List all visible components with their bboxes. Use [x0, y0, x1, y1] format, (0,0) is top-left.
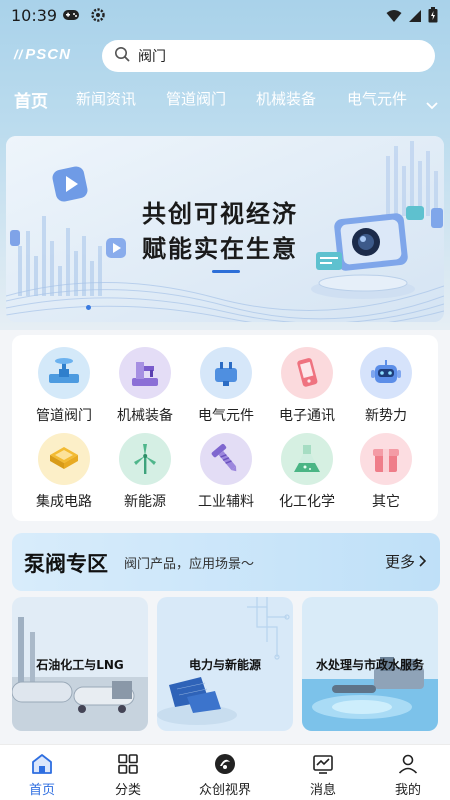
nav-profile[interactable]: 我的	[373, 751, 443, 798]
chevron-right-icon	[418, 553, 427, 571]
search-value: 阀门	[138, 49, 166, 65]
settings-gear-icon	[90, 7, 106, 27]
more-label: 更多	[384, 553, 415, 571]
category-integrated-circuit[interactable]: 集成电路	[24, 433, 104, 511]
status-indicators	[386, 7, 438, 27]
nav-label: 众创视界	[198, 783, 251, 798]
category-label: 新势力	[365, 408, 407, 424]
solution-card-power-energy[interactable]: 电力与新能源	[157, 597, 293, 731]
category-label: 机械装备	[117, 408, 173, 424]
category-label: 管道阀门	[36, 408, 92, 424]
carousel-indicator[interactable]	[86, 305, 91, 310]
category-machinery[interactable]: 机械装备	[105, 347, 185, 425]
category-label: 其它	[372, 494, 400, 510]
bottom-navigation: 首页 分类 众创视界 消息 我的	[0, 744, 450, 800]
solution-label: 石油化工与LNG	[36, 658, 124, 672]
chip-icon	[38, 433, 90, 485]
logo-text: PSCN	[25, 46, 71, 63]
tab-home[interactable]: 首页	[14, 88, 48, 112]
category-pipe-valves[interactable]: 管道阀门	[24, 347, 104, 425]
category-others[interactable]: 其它	[346, 433, 426, 511]
tab-machinery[interactable]: 机械装备	[256, 88, 316, 109]
category-label: 新能源	[124, 494, 166, 510]
chevron-down-icon[interactable]	[426, 96, 438, 115]
search-icon	[114, 46, 130, 66]
category-electrical[interactable]: 电气元件	[186, 347, 266, 425]
plug-icon	[200, 347, 252, 399]
nav-messages[interactable]: 消息	[288, 751, 358, 798]
zone-subtitle: 阀门产品，应用场景～	[124, 557, 255, 572]
message-icon	[288, 751, 358, 777]
category-label: 化工化学	[279, 494, 335, 510]
zone-title: 泵阀专区	[24, 552, 108, 576]
box-icon	[360, 433, 412, 485]
category-grid: 管道阀门 机械装备 电气元件 电子通讯 新势力 集成电路 新能源 工业辅料 化工…	[12, 335, 438, 521]
category-label: 电气元件	[198, 408, 254, 424]
battery-icon	[428, 7, 438, 27]
machine-icon	[119, 347, 171, 399]
flask-icon	[281, 433, 333, 485]
robot-icon	[360, 347, 412, 399]
banner-subheadline: 赋能实在生意	[142, 235, 298, 263]
nav-category[interactable]: 分类	[93, 751, 163, 798]
solution-card-water-treatment[interactable]: 水处理与市政水服务	[302, 597, 438, 731]
category-telecom[interactable]: 电子通讯	[267, 347, 347, 425]
nav-label: 分类	[114, 783, 141, 798]
solution-label: 水处理与市政水服务	[315, 658, 424, 672]
category-new-energy[interactable]: 新能源	[105, 433, 185, 511]
home-icon	[7, 751, 77, 777]
category-label: 工业辅料	[198, 494, 254, 510]
vision-icon	[190, 751, 260, 777]
search-input[interactable]: 阀门	[102, 40, 435, 72]
wifi-icon	[386, 8, 402, 27]
wind-turbine-icon	[119, 433, 171, 485]
category-tabs: 首页 新闻资讯 管道阀门 机械装备 电气元件	[0, 88, 450, 114]
tab-electrical[interactable]: 电气元件	[347, 88, 407, 109]
solution-label: 电力与新能源	[188, 658, 261, 672]
tab-news[interactable]: 新闻资讯	[76, 88, 136, 109]
tab-pipe-valves[interactable]: 管道阀门	[166, 88, 226, 109]
status-bar: 10:39	[0, 0, 450, 32]
nav-label: 我的	[394, 783, 421, 798]
app-logo[interactable]: //PSCN	[14, 46, 71, 63]
signal-icon	[408, 8, 422, 27]
category-new-forces[interactable]: 新势力	[346, 347, 426, 425]
valve-icon	[38, 347, 90, 399]
nav-label: 消息	[309, 783, 336, 798]
user-icon	[373, 751, 443, 777]
nav-label: 首页	[28, 783, 55, 798]
screw-icon	[200, 433, 252, 485]
solution-card-petrochemical[interactable]: 石油化工与LNG	[12, 597, 148, 731]
pump-valve-zone-header: 泵阀专区 阀门产品，应用场景～ 更多	[12, 533, 440, 591]
banner-underline	[212, 270, 240, 273]
grid-icon	[93, 751, 163, 777]
promo-banner[interactable]: 共创可视经济 赋能实在生意	[6, 136, 444, 322]
nav-home[interactable]: 首页	[7, 751, 77, 798]
status-time: 10:39	[11, 6, 58, 25]
category-label: 集成电路	[36, 494, 92, 510]
gamepad-icon	[62, 7, 80, 26]
more-link[interactable]: 更多	[384, 551, 427, 572]
nav-vision[interactable]: 众创视界	[190, 751, 260, 798]
category-chemicals[interactable]: 化工化学	[267, 433, 347, 511]
banner-headline: 共创可视经济	[142, 200, 298, 228]
phone-icon	[281, 347, 333, 399]
category-industrial-materials[interactable]: 工业辅料	[186, 433, 266, 511]
category-label: 电子通讯	[279, 408, 335, 424]
